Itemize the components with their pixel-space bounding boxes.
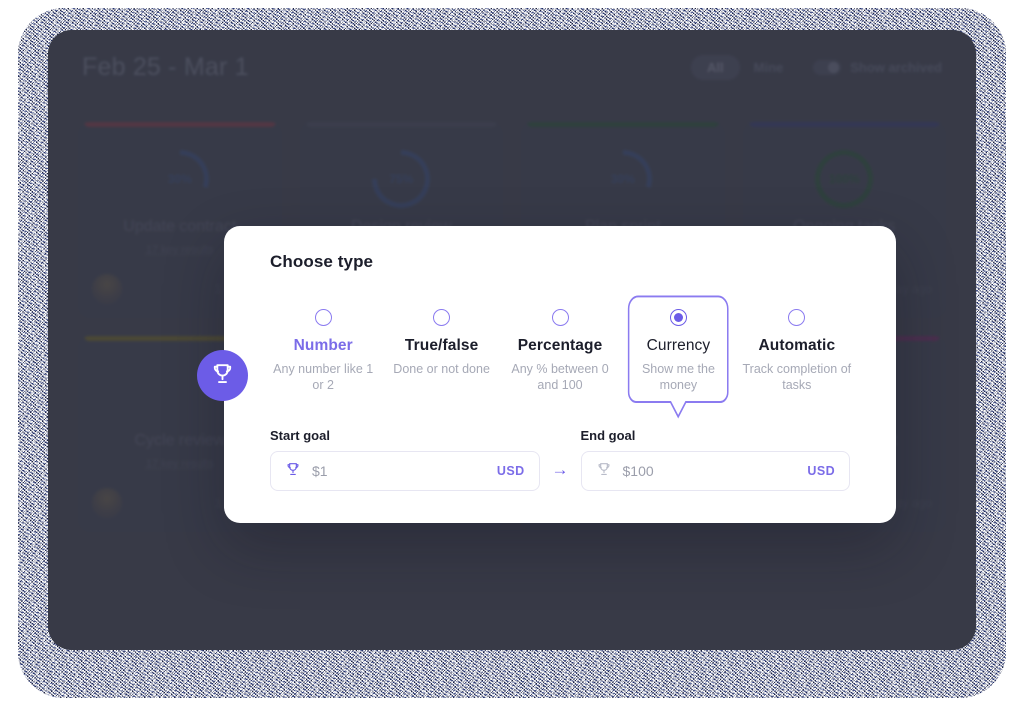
type-option-currency[interactable]: Currency Show me the money [619,294,737,419]
radio-percentage[interactable] [551,309,569,326]
type-label: Automatic [758,337,836,354]
type-option-automatic[interactable]: Automatic Track completion of tasks [738,294,856,413]
trophy-icon [596,461,612,482]
trophy-badge [197,350,248,401]
end-goal-input[interactable]: $100 USD [580,451,850,491]
range-arrow-icon: → [551,460,569,479]
start-goal-value[interactable]: $1 [312,463,328,479]
trophy-icon [210,361,235,391]
end-goal-value[interactable]: $100 [623,463,654,479]
type-option-percentage[interactable]: Percentage Any % between 0 and 100 [501,294,619,413]
radio-true-false[interactable] [433,309,451,326]
type-option-group: Number Any number like 1 or 2 True/false… [264,294,856,419]
start-goal-input[interactable]: $1 USD [270,451,540,491]
start-goal-label: Start goal [270,428,330,443]
modal-title: Choose type [270,252,374,271]
type-description: Any number like 1 or 2 [273,362,374,392]
radio-number[interactable] [314,309,332,326]
type-label: True/false [404,337,479,354]
type-option-true-false[interactable]: True/false Done or not done [382,294,500,413]
type-description: Show me the money [641,362,715,392]
type-option-number[interactable]: Number Any number like 1 or 2 [264,294,382,413]
type-description: Track completion of tasks [742,362,852,392]
screenshot-root: Feb 25 - Mar 1 All Mine Show archived [0,0,1024,710]
app-window: Feb 25 - Mar 1 All Mine Show archived [48,30,976,650]
radio-currency[interactable] [669,309,687,326]
trophy-icon [285,461,301,482]
type-description: Any % between 0 and 100 [511,362,609,392]
end-goal-block: End goal $100 USD [580,428,850,491]
radio-automatic[interactable] [788,309,806,326]
type-label: Number [293,337,353,354]
end-goal-label: End goal [580,428,636,443]
start-goal-block: Start goal $1 USD [270,428,540,491]
type-description: Done or not done [393,362,490,376]
end-goal-currency[interactable]: USD [807,464,835,478]
goal-range-row: Start goal $1 USD → End goal $100 USD [270,428,850,491]
choose-type-modal: Choose type Number Any number like 1 or … [197,226,896,523]
type-label: Percentage [517,337,603,354]
start-goal-currency[interactable]: USD [497,464,525,478]
type-label: Currency [646,337,711,354]
